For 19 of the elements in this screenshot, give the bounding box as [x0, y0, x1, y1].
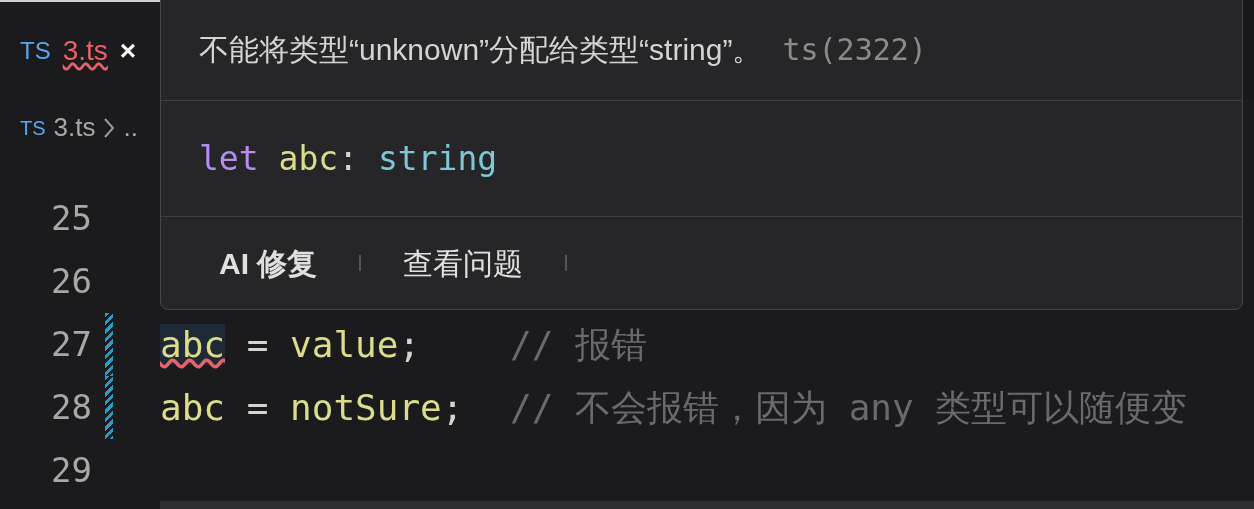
close-icon[interactable]: × — [119, 30, 137, 72]
code-line: abc = value; // 报错 — [160, 322, 648, 367]
line-number: 28 — [50, 386, 92, 429]
chevron-right-icon — [103, 116, 116, 139]
tab-filename: 3.ts — [62, 34, 108, 68]
breadcrumb-item[interactable]: .. — [123, 108, 138, 147]
action-link[interactable]: 查看问题 — [385, 240, 542, 286]
code-line: abc = notSure; // 不会报错，因为 any 类型可以随便变 — [160, 385, 1188, 430]
line-number: 25 — [50, 197, 92, 240]
typescript-icon: TS — [20, 33, 51, 69]
error-code: ts(2322) — [782, 31, 927, 69]
typescript-icon: TS — [20, 112, 46, 143]
line-number: 26 — [50, 260, 92, 303]
error-message: 不能将类型“unknown”分配给类型“string”。 — [199, 32, 763, 68]
line-number: 29 — [50, 449, 92, 492]
action-link[interactable]: AI 修复 — [201, 240, 336, 286]
line-number: 27 — [50, 323, 92, 366]
breadcrumb-item[interactable]: 3.ts — [53, 108, 96, 147]
type-signature: let abc: string — [199, 137, 498, 180]
